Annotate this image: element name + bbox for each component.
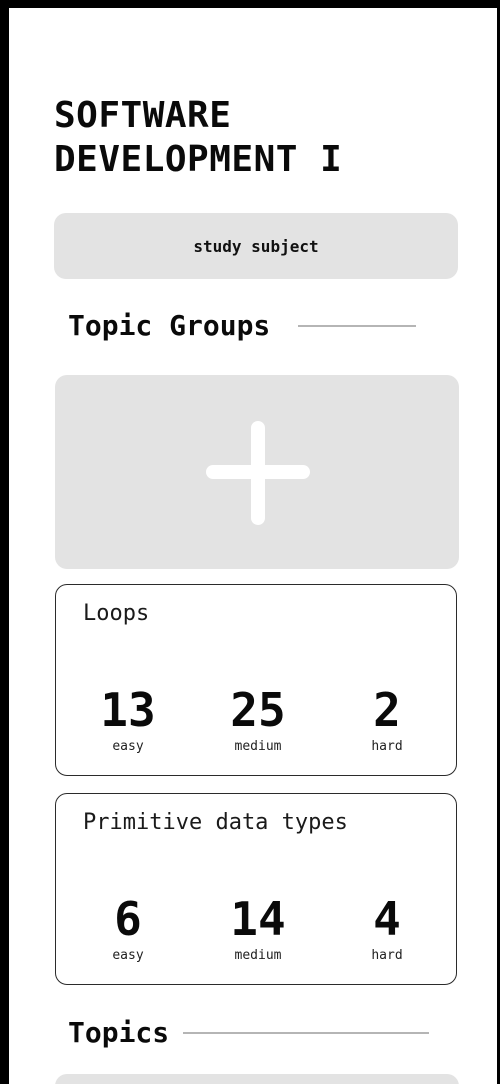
medium-count-value: 14: [230, 892, 286, 946]
medium-count-value: 25: [230, 683, 286, 737]
plus-icon-bar: [206, 465, 310, 479]
easy-count-value: 13: [100, 683, 156, 737]
medium-count: 25 medium: [203, 685, 313, 755]
medium-count-label: medium: [234, 739, 282, 754]
hard-count-value: 4: [373, 892, 401, 946]
window-frame-left: [0, 0, 9, 1084]
easy-count: 13 easy: [73, 685, 183, 755]
add-topic-group-button[interactable]: [55, 375, 459, 569]
topics-header: Topics: [68, 1016, 430, 1049]
hard-count-label: hard: [371, 948, 403, 963]
study-subject-button[interactable]: study subject: [54, 213, 458, 279]
hard-count: 4 hard: [332, 894, 442, 964]
hard-count-value: 2: [373, 683, 401, 737]
topics-title: Topics: [68, 1016, 170, 1049]
easy-count: 6 easy: [73, 894, 183, 964]
hard-count-label: hard: [371, 739, 403, 754]
topic-group-card[interactable]: Loops 13 easy 25 medium 2 hard: [55, 584, 457, 776]
easy-count-label: easy: [112, 739, 144, 754]
window-frame-top: [0, 0, 500, 8]
medium-count-label: medium: [234, 948, 282, 963]
topic-group-name: Loops: [83, 601, 150, 626]
easy-count-value: 6: [114, 892, 142, 946]
medium-count: 14 medium: [203, 894, 313, 964]
subject-title: SOFTWARE DEVELOPMENT I: [54, 95, 343, 180]
section-divider: [183, 1031, 430, 1034]
easy-count-label: easy: [112, 948, 144, 963]
topic-group-name: Primitive data types: [83, 810, 348, 835]
hard-count: 2 hard: [332, 685, 442, 755]
topic-groups-header: Topic Groups: [68, 309, 417, 342]
topic-group-card[interactable]: Primitive data types 6 easy 14 medium 4 …: [55, 793, 457, 985]
topic-card[interactable]: [55, 1074, 459, 1084]
topic-groups-title: Topic Groups: [68, 309, 271, 342]
study-subject-label: study subject: [193, 236, 319, 256]
section-divider: [298, 324, 417, 327]
